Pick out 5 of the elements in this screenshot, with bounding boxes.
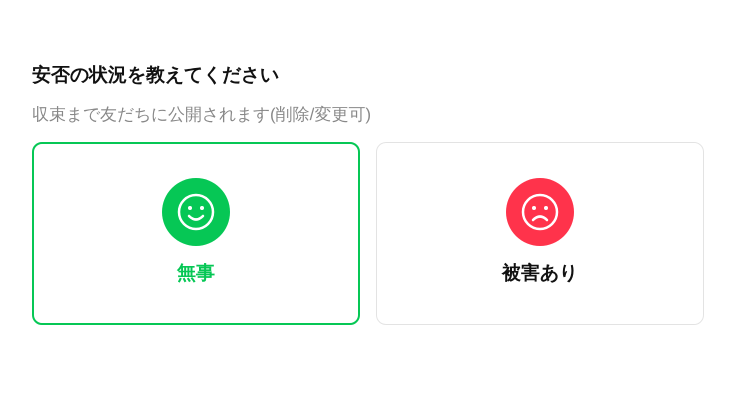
frown-icon (506, 178, 574, 246)
status-option[interactable]: 被害あり (376, 142, 704, 325)
smiley-icon (162, 178, 230, 246)
subtitle: 収束まで友だちに公開されます(削除/変更可) (32, 104, 372, 126)
title: 安否の状況を教えてください (32, 64, 280, 88)
